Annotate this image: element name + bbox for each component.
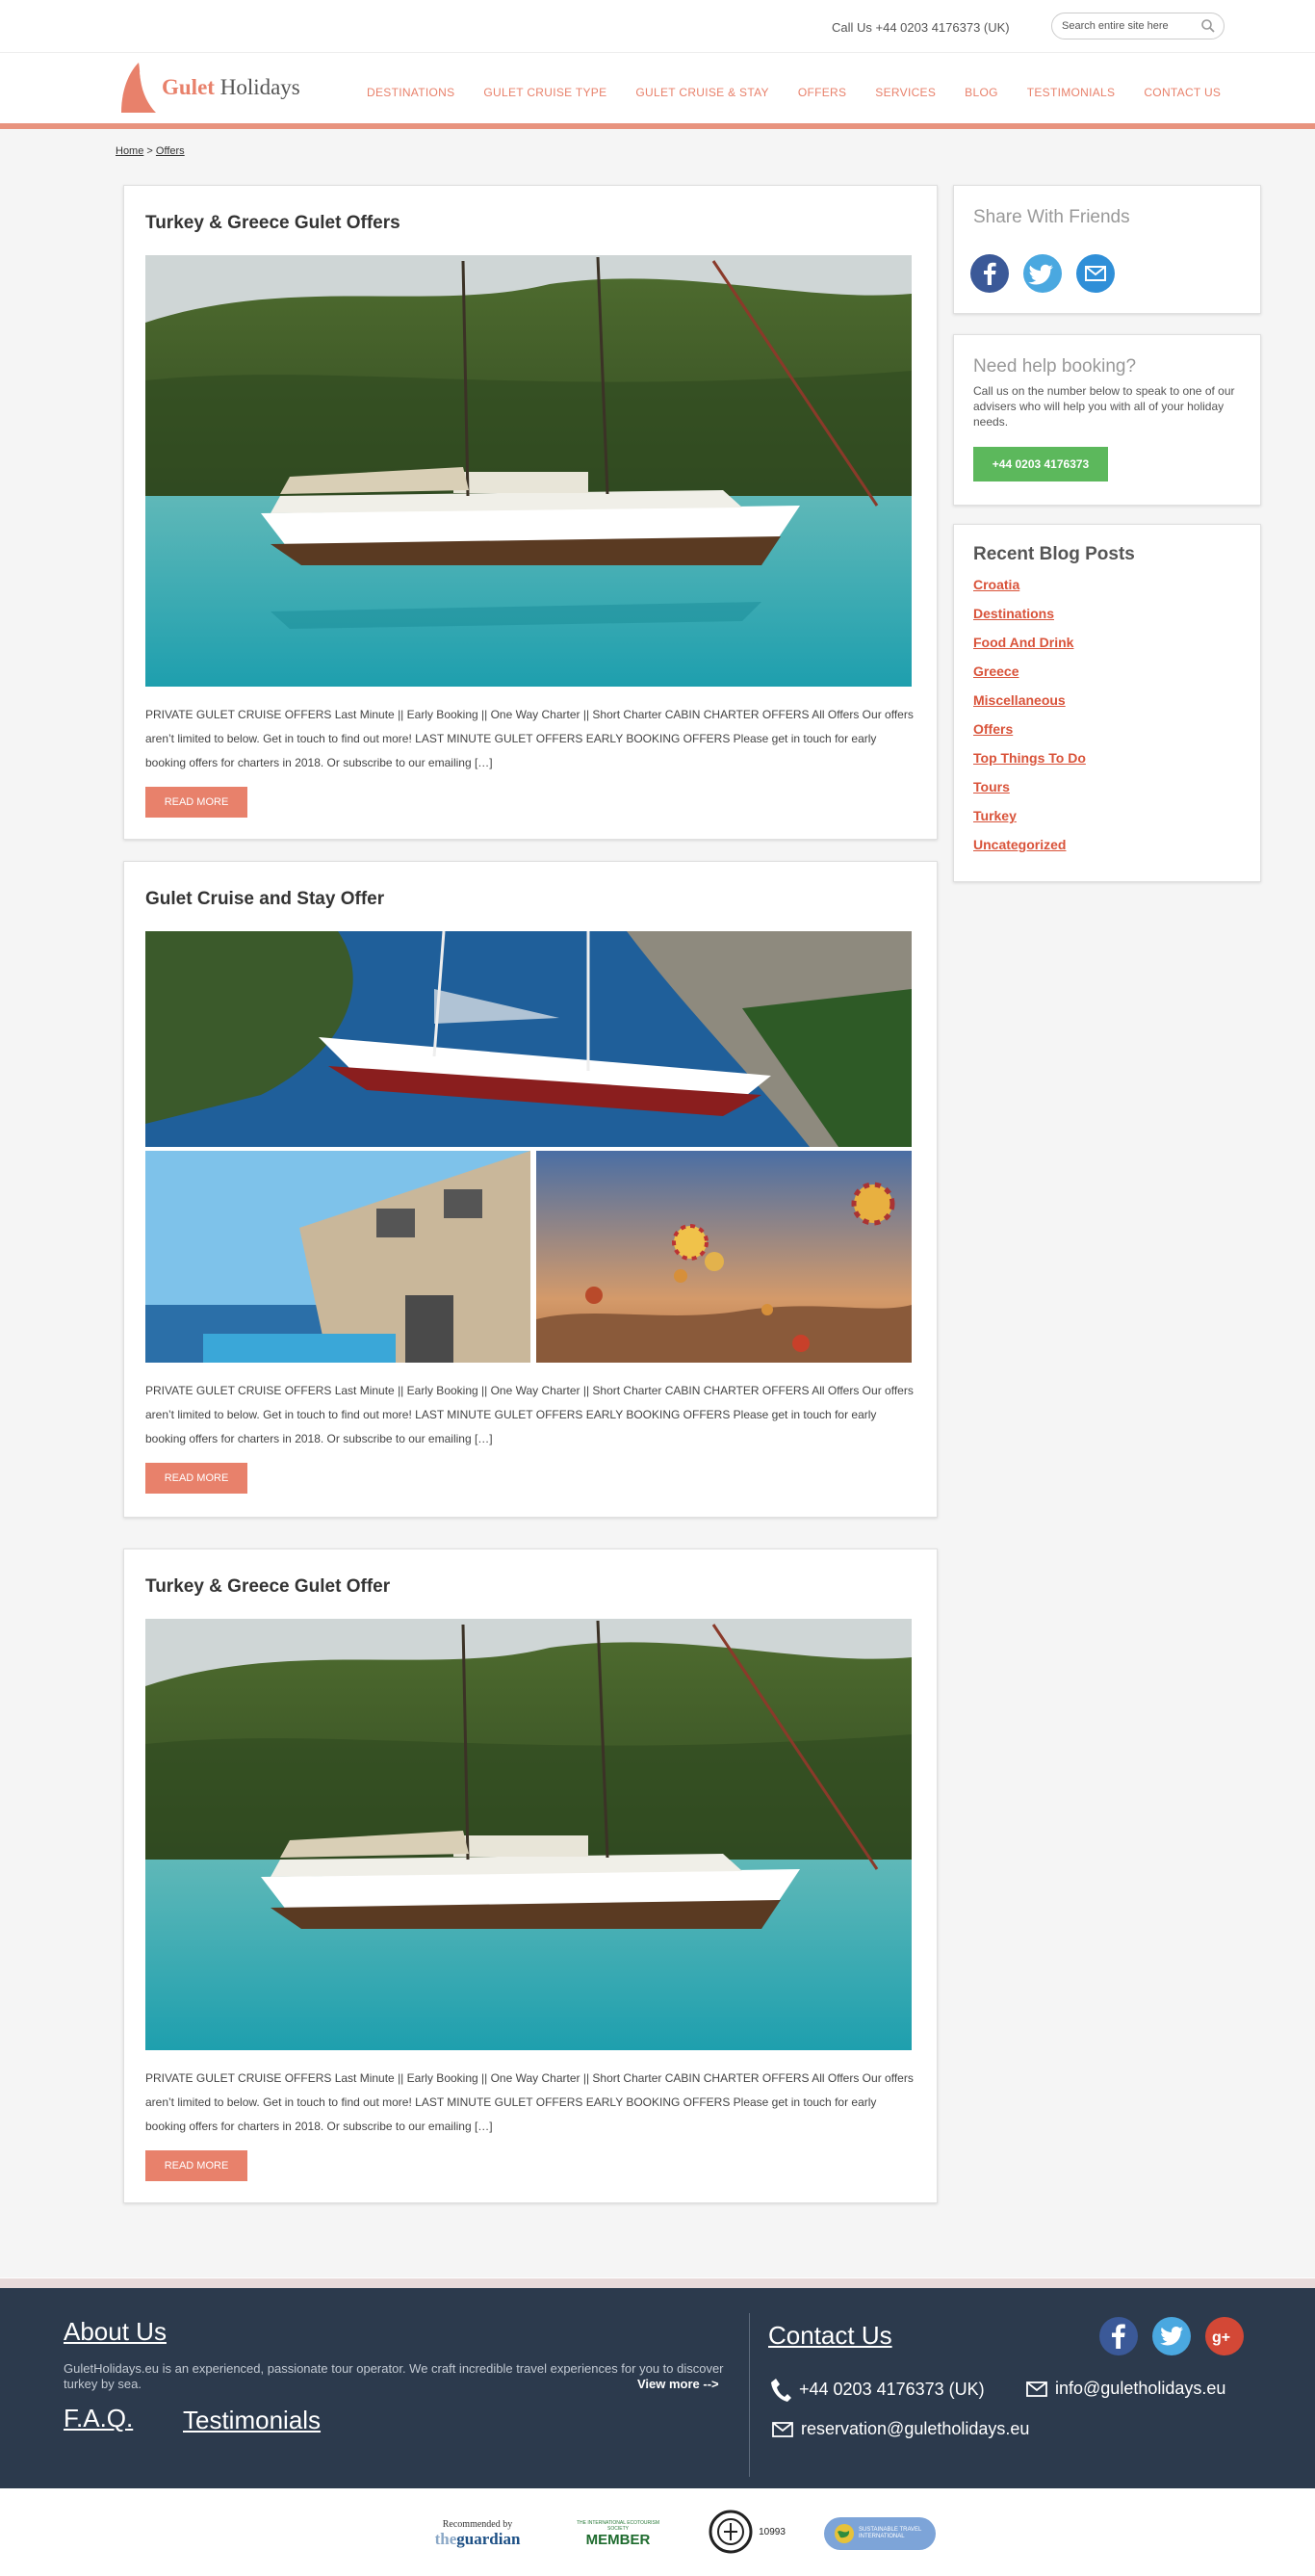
- footer-email-info-text: info@guletholidays.eu: [1055, 2379, 1226, 2398]
- guardian-name-text: guardian: [456, 2529, 521, 2548]
- blog-item-uncategorized[interactable]: Uncategorized: [973, 837, 1086, 866]
- post-card: Turkey & Greece Gulet Offer PRIVATE GULE…: [123, 1548, 938, 2203]
- nav-testimonials[interactable]: TESTIMONIALS: [1013, 86, 1130, 99]
- breadcrumb-current[interactable]: Offers: [156, 145, 185, 157]
- guardian-recommended-text: Recommended by: [442, 2518, 513, 2530]
- facebook-icon[interactable]: [969, 253, 1010, 299]
- nav-blog[interactable]: BLOG: [950, 86, 1013, 99]
- sail-logo-icon: [121, 63, 157, 113]
- search-icon[interactable]: [1200, 18, 1216, 39]
- footer-phone[interactable]: +44 0203 4176373 (UK): [770, 2377, 985, 2402]
- view-more-link[interactable]: View more -->: [637, 2377, 719, 2391]
- nav-contact-us[interactable]: CONTACT US: [1129, 86, 1235, 99]
- top-bar: Call Us +44 0203 4176373 (UK): [0, 0, 1315, 52]
- main-content: Home > Offers Turkey & Greece Gulet Offe…: [0, 129, 1315, 2277]
- breadcrumb: Home > Offers: [116, 145, 185, 157]
- sustainable-travel-text: SUSTAINABLE TRAVEL INTERNATIONAL: [859, 2527, 922, 2539]
- footer-google-plus-icon[interactable]: g+: [1205, 2317, 1244, 2355]
- blog-title: Recent Blog Posts: [973, 544, 1135, 564]
- nav-gulet-cruise-type[interactable]: GULET CRUISE TYPE: [469, 86, 621, 99]
- footer-phone-text: +44 0203 4176373 (UK): [799, 2379, 985, 2399]
- tursab-number: 10993: [759, 2526, 786, 2537]
- call-phone-button[interactable]: +44 0203 4176373: [973, 447, 1108, 481]
- gulet-cove-image[interactable]: [145, 931, 912, 1147]
- share-title: Share With Friends: [973, 207, 1130, 227]
- envelope-icon: [1026, 2381, 1047, 2397]
- blog-item-tours[interactable]: Tours: [973, 779, 1086, 808]
- tursab-badge[interactable]: 10993: [707, 2508, 787, 2556]
- search-input[interactable]: [1062, 20, 1197, 32]
- recent-blog-posts-widget: Recent Blog Posts Croatia Destinations F…: [953, 524, 1261, 882]
- post-title[interactable]: Gulet Cruise and Stay Offer: [145, 889, 384, 910]
- about-us-link[interactable]: About Us: [64, 2317, 167, 2347]
- post-card: Turkey & Greece Gulet Offers PRIVATE GUL…: [123, 185, 938, 840]
- sustainable-travel-badge[interactable]: SUSTAINABLE TRAVEL INTERNATIONAL: [824, 2517, 936, 2550]
- ecotourism-small-text: THE INTERNATIONAL ECOTOURISM SOCIETY: [576, 2519, 660, 2532]
- footer-email-reservation-text: reservation@guletholidays.eu: [801, 2419, 1030, 2438]
- blog-category-list: Croatia Destinations Food And Drink Gree…: [973, 577, 1086, 866]
- nav-menu: DESTINATIONS GULET CRUISE TYPE GULET CRU…: [352, 86, 1235, 99]
- blog-item-greece[interactable]: Greece: [973, 664, 1086, 692]
- faq-link[interactable]: F.A.Q.: [64, 2404, 133, 2433]
- site-footer: About Us GuletHolidays.eu is an experien…: [0, 2278, 1315, 2488]
- villa-pool-image[interactable]: [145, 1151, 530, 1363]
- footer-email-info[interactable]: info@guletholidays.eu: [1026, 2379, 1225, 2399]
- ecotourism-badge[interactable]: THE INTERNATIONAL ECOTOURISM SOCIETY MEM…: [576, 2510, 660, 2558]
- post-title[interactable]: Turkey & Greece Gulet Offer: [145, 1576, 390, 1598]
- email-icon[interactable]: [1075, 253, 1116, 299]
- nav-gulet-cruise-stay[interactable]: GULET CRUISE & STAY: [621, 86, 783, 99]
- site-logo[interactable]: Gulet Holidays: [117, 61, 300, 115]
- logo-secondary: Holidays: [219, 75, 300, 99]
- guardian-badge[interactable]: Recommended by theguardian: [420, 2511, 535, 2556]
- gulet-boat-image[interactable]: [145, 255, 912, 687]
- post-excerpt: PRIVATE GULET CRUISE OFFERS Last Minute …: [145, 1384, 914, 1445]
- testimonials-link[interactable]: Testimonials: [183, 2406, 321, 2435]
- blog-item-destinations[interactable]: Destinations: [973, 606, 1086, 635]
- envelope-icon: [772, 2421, 793, 2437]
- breadcrumb-separator: >: [146, 145, 153, 157]
- call-us-text: Call Us +44 0203 4176373 (UK): [832, 20, 1010, 35]
- cappadocia-balloons-image[interactable]: [536, 1151, 912, 1363]
- help-title: Need help booking?: [973, 356, 1137, 377]
- help-text: Call us on the number below to speak to …: [973, 384, 1235, 429]
- blog-item-food-and-drink[interactable]: Food And Drink: [973, 635, 1086, 664]
- blog-item-turkey[interactable]: Turkey: [973, 808, 1086, 837]
- breadcrumb-home[interactable]: Home: [116, 145, 143, 157]
- phone-icon: [771, 2379, 791, 2402]
- about-text: GuletHolidays.eu is an experienced, pass…: [64, 2361, 724, 2391]
- post-title[interactable]: Turkey & Greece Gulet Offers: [145, 213, 400, 234]
- twitter-icon[interactable]: [1022, 253, 1063, 299]
- post-excerpt: PRIVATE GULET CRUISE OFFERS Last Minute …: [145, 708, 914, 769]
- svg-text:g+: g+: [1212, 2329, 1230, 2346]
- footer-twitter-icon[interactable]: [1152, 2317, 1191, 2355]
- footer-email-reservation[interactable]: reservation@guletholidays.eu: [772, 2419, 1029, 2439]
- contact-us-link[interactable]: Contact Us: [768, 2321, 892, 2351]
- read-more-button[interactable]: READ MORE: [145, 2150, 247, 2181]
- nav-services[interactable]: SERVICES: [861, 86, 950, 99]
- share-widget: Share With Friends: [953, 185, 1261, 314]
- post-excerpt: PRIVATE GULET CRUISE OFFERS Last Minute …: [145, 2071, 914, 2133]
- blog-item-croatia[interactable]: Croatia: [973, 577, 1086, 606]
- search-box[interactable]: [1051, 13, 1225, 39]
- blog-item-offers[interactable]: Offers: [973, 721, 1086, 750]
- footer-facebook-icon[interactable]: [1099, 2317, 1138, 2355]
- nav-destinations[interactable]: DESTINATIONS: [352, 86, 469, 99]
- blog-item-miscellaneous[interactable]: Miscellaneous: [973, 692, 1086, 721]
- footer-divider: [749, 2313, 750, 2477]
- nav-offers[interactable]: OFFERS: [784, 86, 861, 99]
- tursab-seal-icon: [709, 2510, 753, 2554]
- post-card: Gulet Cruise and Stay Offer PRIVATE GULE…: [123, 861, 938, 1518]
- gulet-boat-image[interactable]: [145, 1619, 912, 2050]
- guardian-the-text: the: [434, 2529, 457, 2548]
- ecotourism-member-text: MEMBER: [585, 2531, 651, 2548]
- main-navigation: Gulet Holidays DESTINATIONS GULET CRUISE…: [0, 52, 1315, 129]
- partner-badges: Recommended by theguardian THE INTERNATI…: [0, 2498, 1315, 2576]
- read-more-button[interactable]: READ MORE: [145, 787, 247, 818]
- logo-primary: Gulet: [162, 75, 215, 99]
- globe-icon: [835, 2524, 854, 2543]
- blog-item-top-things-to-do[interactable]: Top Things To Do: [973, 750, 1086, 779]
- read-more-button[interactable]: READ MORE: [145, 1463, 247, 1494]
- booking-help-widget: Need help booking? Call us on the number…: [953, 334, 1261, 506]
